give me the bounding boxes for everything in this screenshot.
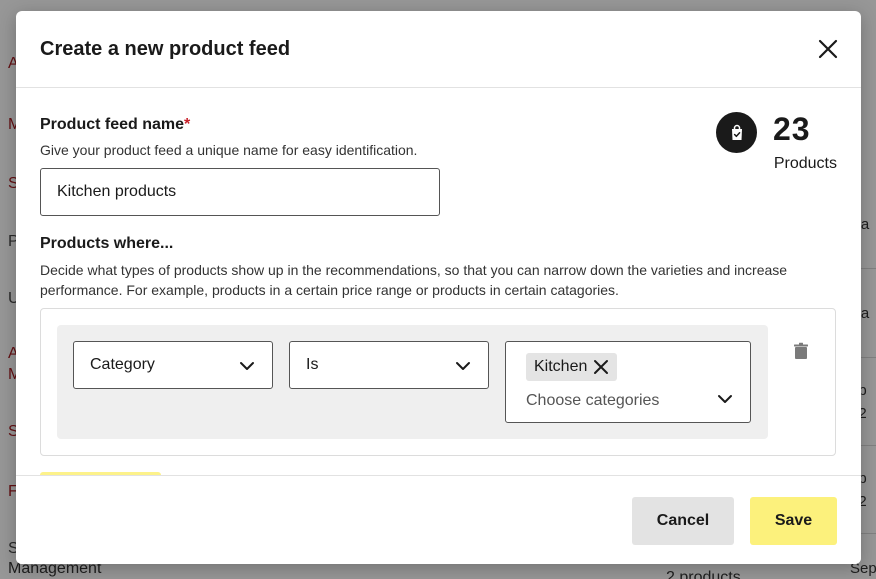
rules-container: Category Is Kitchen Choose categories — [40, 308, 836, 456]
field-select-value: Category — [90, 356, 155, 373]
modal-body[interactable]: Product feed name* Give your product fee… — [16, 89, 861, 475]
field-select[interactable]: Category — [73, 341, 273, 389]
remove-chip-icon[interactable] — [593, 359, 609, 375]
required-marker: * — [184, 116, 191, 133]
cancel-button[interactable]: Cancel — [632, 497, 734, 545]
create-feed-modal: Create a new product feed Product feed n… — [16, 11, 861, 564]
save-button[interactable]: Save — [750, 497, 837, 545]
filter-rule: Category Is Kitchen Choose categories — [57, 325, 768, 439]
category-multiselect[interactable]: Kitchen Choose categories — [505, 341, 751, 423]
trash-icon[interactable] — [793, 342, 809, 360]
shopping-bag-check-icon — [716, 112, 757, 153]
operator-select-value: Is — [306, 356, 319, 373]
chevron-down-icon[interactable] — [716, 390, 734, 408]
feed-name-label: Product feed name* — [40, 116, 190, 134]
product-count: 23 — [773, 111, 811, 147]
filters-description: Decide what types of products show up in… — [40, 262, 788, 298]
chip-label: Kitchen — [534, 358, 588, 375]
modal-title: Create a new product feed — [40, 38, 291, 60]
chevron-down-icon — [454, 357, 472, 375]
close-icon[interactable] — [817, 38, 839, 60]
selected-category-chip: Kitchen — [526, 353, 618, 381]
category-placeholder: Choose categories — [526, 392, 660, 409]
operator-select[interactable]: Is — [289, 341, 489, 389]
modal-header: Create a new product feed — [16, 11, 861, 88]
filters-title: Products where... — [40, 235, 174, 252]
product-count-label: Products — [773, 155, 837, 172]
chevron-down-icon — [238, 357, 256, 375]
feed-name-input[interactable] — [40, 168, 440, 216]
feed-name-help: Give your product feed a unique name for… — [40, 142, 418, 158]
feed-name-label-text: Product feed name — [40, 116, 185, 133]
modal-footer: Cancel Save — [16, 475, 861, 564]
